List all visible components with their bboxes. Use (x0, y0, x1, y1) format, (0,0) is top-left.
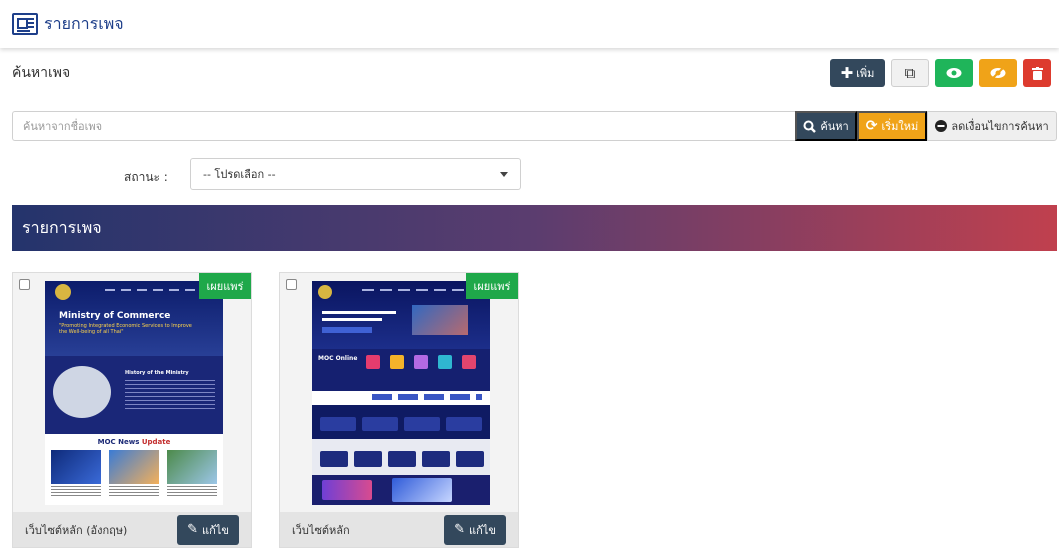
hero-search (322, 327, 372, 333)
thumbnail-section-title: MOC Online (318, 355, 358, 362)
status-badge: เผยแพร่ (466, 273, 518, 299)
service-tile (462, 355, 476, 369)
page-title: รายการเพจ (44, 13, 124, 33)
hero-text-line (322, 318, 382, 321)
card-name: เว็บไซต์หลัก (292, 523, 350, 537)
status-filter-label: สถานะ : (124, 170, 168, 184)
edit-button-label: แก้ไข (202, 523, 229, 537)
unpublish-button[interactable] (979, 59, 1017, 87)
select-checkbox[interactable] (286, 279, 297, 290)
price-card (320, 417, 356, 431)
reset-button-label: เริ่มใหม่ (881, 120, 919, 133)
search-input[interactable]: ค้นหาจากชื่อเพจ (12, 111, 795, 141)
price-card (362, 417, 398, 431)
news-caption (109, 486, 159, 498)
chevron-down-icon (500, 171, 508, 177)
page-thumbnail[interactable]: Ministry of Commerce "Promoting Integrat… (45, 281, 223, 505)
news-caption (51, 486, 101, 498)
search-button[interactable]: ค้นหา (795, 111, 857, 141)
edit-button[interactable]: ✎ แก้ไข (177, 514, 239, 545)
publish-button[interactable] (935, 59, 973, 87)
thumbnail-prices (312, 405, 490, 439)
thumbnail-hero-subtitle: "Promoting Integrated Economic Services … (59, 323, 192, 335)
nav-bar (362, 289, 482, 291)
status-badge: เผยแพร่ (199, 273, 251, 299)
thumbnail-links (312, 391, 490, 405)
minus-circle-icon (935, 120, 948, 132)
thumbnail-apps (312, 475, 490, 505)
eye-slash-icon (990, 66, 1006, 80)
thumbnail-systems (312, 439, 490, 475)
copy-icon: ⧉ (904, 64, 916, 82)
system-tile (354, 451, 382, 467)
thumbnail-services: MOC Online (312, 349, 490, 391)
search-bar: ค้นหาจากชื่อเพจ ค้นหา ⟳ เริ่มใหม่ ลดเงื่… (12, 111, 1057, 141)
service-tile (414, 355, 428, 369)
status-select-value: -- โปรดเลือก -- (203, 168, 276, 181)
thumbnail-hero: Ministry of Commerce "Promoting Integrat… (45, 281, 223, 356)
news-title-highlight: Update (141, 438, 171, 446)
service-tile (438, 355, 452, 369)
system-tile (456, 451, 484, 467)
page-thumbnail[interactable]: MOC Online (312, 281, 490, 505)
clear-filters-button[interactable]: ลดเงื่อนไขการค้นหา (927, 111, 1057, 141)
newspaper-icon (12, 13, 38, 35)
add-button-label: เพิ่ม (856, 67, 875, 80)
edit-icon: ✎ (187, 522, 199, 537)
card-footer: เว็บไซต์หลัก ✎ แก้ไข (280, 512, 518, 547)
edit-icon: ✎ (454, 522, 466, 537)
thumbnail-news: MOC News Update (45, 434, 223, 505)
history-text-lines (125, 380, 215, 410)
system-tile (388, 451, 416, 467)
page-card[interactable]: Ministry of Commerce "Promoting Integrat… (12, 272, 252, 548)
page-card[interactable]: MOC Online เผยแพร่ เว็บไซต์หลัก ✎ แก้ไข (279, 272, 519, 548)
link-buttons (372, 394, 482, 400)
add-button[interactable]: ✚ เพิ่ม (830, 59, 885, 87)
price-card (446, 417, 482, 431)
app-banner (392, 478, 452, 502)
thumbnail-history: History of the Ministry (45, 356, 223, 434)
hero-text-line (322, 311, 396, 314)
clear-filters-label: ลดเงื่อนไขการค้นหา (951, 120, 1049, 133)
eye-icon (946, 68, 962, 78)
edit-button-label: แก้ไข (469, 523, 496, 537)
system-tile (422, 451, 450, 467)
list-section-title: รายการเพจ (12, 205, 1057, 251)
status-select[interactable]: -- โปรดเลือก -- (190, 158, 521, 190)
service-tile (390, 355, 404, 369)
delete-button[interactable] (1023, 59, 1051, 87)
ministry-logo-icon (318, 285, 332, 299)
thumbnail-hero-title: Ministry of Commerce (59, 311, 171, 321)
card-footer: เว็บไซต์หลัก (อังกฤษ) ✎ แก้ไข (13, 512, 251, 547)
search-button-label: ค้นหา (820, 120, 849, 133)
news-image (167, 450, 217, 484)
thumbnail-news-title: MOC News Update (45, 438, 223, 446)
trash-icon (1031, 66, 1043, 80)
reset-button[interactable]: ⟳ เริ่มใหม่ (857, 111, 927, 141)
refresh-icon: ⟳ (865, 118, 878, 134)
news-image (109, 450, 159, 484)
copy-button[interactable]: ⧉ (891, 59, 929, 87)
search-icon (803, 120, 817, 133)
service-tile (366, 355, 380, 369)
building-image (53, 366, 111, 418)
app-banner (322, 480, 372, 500)
plus-icon: ✚ (840, 64, 854, 82)
toolbar: ✚ เพิ่ม ⧉ (830, 59, 1051, 87)
news-title-main: MOC News (97, 438, 140, 446)
system-tile (320, 451, 348, 467)
news-caption (167, 486, 217, 498)
ministry-logo-icon (55, 284, 71, 300)
edit-button[interactable]: ✎ แก้ไข (444, 514, 506, 545)
hero-graphic (412, 305, 468, 335)
price-card (404, 417, 440, 431)
thumbnail-history-title: History of the Ministry (125, 370, 189, 376)
news-image (51, 450, 101, 484)
select-checkbox[interactable] (19, 279, 30, 290)
card-name: เว็บไซต์หลัก (อังกฤษ) (25, 523, 128, 537)
page-header: รายการเพจ (0, 0, 1059, 48)
search-section-label: ค้นหาเพจ (12, 65, 71, 81)
thumbnail-hero (312, 281, 490, 349)
